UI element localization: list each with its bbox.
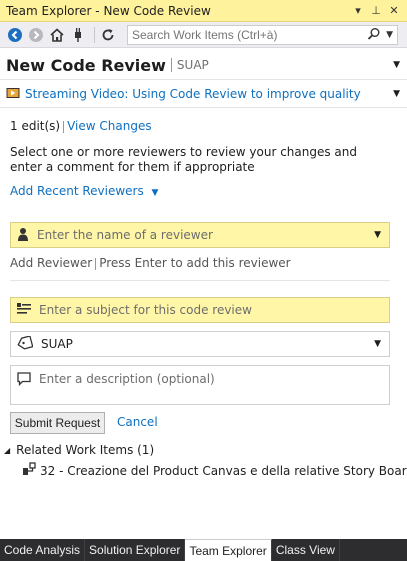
window-menu-icon[interactable]: ▾ — [351, 4, 365, 17]
add-recent-reviewers-link[interactable]: Add Recent Reviewers ▼ — [10, 184, 158, 198]
view-changes-link[interactable]: View Changes — [67, 119, 152, 133]
instructions-text: Select one or more reviewers to review y… — [10, 145, 357, 174]
comment-icon — [17, 372, 31, 389]
project-label: SUAP — [176, 58, 209, 72]
tab-code-analysis[interactable]: Code Analysis — [0, 539, 86, 561]
chevron-down-icon: ▼ — [151, 188, 159, 198]
header-dropdown-icon[interactable]: ▼ — [393, 60, 400, 70]
toolbar-separator — [94, 26, 95, 43]
tag-icon — [17, 334, 34, 353]
page-header: New Code Review SUAP ▼ — [6, 53, 400, 77]
divider — [10, 280, 390, 281]
subject-field[interactable]: Enter a subject for this code review — [10, 297, 390, 323]
project-field[interactable]: SUAP ▼ — [10, 331, 390, 357]
header-separator — [170, 58, 172, 72]
search-box[interactable]: ▼ — [127, 25, 398, 45]
close-icon[interactable]: ✕ — [387, 4, 401, 17]
collapse-triangle-icon[interactable]: ◢ — [4, 446, 10, 455]
home-icon[interactable] — [48, 26, 66, 44]
video-link[interactable]: Streaming Video: Using Code Review to im… — [25, 87, 361, 101]
connect-icon[interactable] — [69, 26, 87, 44]
tab-solution-explorer[interactable]: Solution Explorer — [85, 539, 186, 561]
divider — [0, 79, 407, 80]
reviewer-field[interactable]: Enter the name of a reviewer ▼ — [10, 222, 390, 248]
search-input[interactable] — [132, 28, 367, 42]
video-link-row[interactable]: Streaming Video: Using Code Review to im… — [6, 84, 400, 104]
tab-team-explorer[interactable]: Team Explorer — [185, 539, 272, 561]
project-dropdown-icon[interactable]: ▼ — [374, 339, 381, 349]
back-icon[interactable] — [6, 26, 24, 44]
person-icon — [17, 227, 29, 244]
edits-row: 1 edit(s) View Changes — [10, 119, 152, 133]
refresh-icon[interactable] — [99, 26, 117, 44]
cancel-link[interactable]: Cancel — [117, 415, 158, 429]
search-icon[interactable] — [366, 27, 382, 44]
window-title: Team Explorer - New Code Review — [6, 3, 211, 18]
description-input[interactable]: Enter a description (optional) — [39, 372, 215, 386]
add-recent-reviewers-label: Add Recent Reviewers — [10, 184, 144, 198]
video-dropdown-icon[interactable]: ▼ — [393, 89, 400, 99]
tool-window-tabs: Code Analysis Solution Explorer Team Exp… — [0, 539, 407, 561]
work-item-icon — [22, 462, 36, 479]
add-reviewer-row: Add Reviewer Press Enter to add this revi… — [10, 256, 291, 270]
forward-icon[interactable] — [27, 26, 45, 44]
reviewer-dropdown-icon[interactable]: ▼ — [374, 230, 381, 240]
description-field[interactable]: Enter a description (optional) — [10, 365, 390, 405]
related-work-items-title: Related Work Items (1) — [16, 443, 155, 457]
pin-icon[interactable]: ⊥ — [369, 4, 383, 17]
related-work-items-header[interactable]: ◢ Related Work Items (1) — [4, 443, 154, 457]
divider — [0, 107, 407, 108]
subject-input[interactable]: Enter a subject for this code review — [39, 303, 252, 317]
subject-icon — [17, 302, 31, 318]
page-title: New Code Review — [6, 55, 166, 75]
submit-request-button[interactable]: Submit Request — [10, 412, 105, 434]
project-value: SUAP — [41, 337, 73, 351]
list-item[interactable]: 32 - Creazione del Product Canvas e dell… — [22, 462, 407, 479]
window-titlebar: Team Explorer - New Code Review ▾ ⊥ ✕ — [0, 0, 407, 22]
work-item-label[interactable]: 32 - Creazione del Product Canvas e dell… — [40, 464, 407, 478]
add-reviewer-hint: Press Enter to add this reviewer — [99, 256, 291, 270]
toolbar: ▼ — [0, 22, 407, 48]
edits-separator — [63, 120, 65, 133]
search-dropdown-icon[interactable]: ▼ — [382, 30, 397, 40]
video-icon — [6, 87, 20, 102]
add-reviewer-separator — [95, 257, 97, 270]
edit-count: 1 edit(s) — [10, 119, 61, 133]
tab-class-view[interactable]: Class View — [272, 539, 340, 561]
add-reviewer-link[interactable]: Add Reviewer — [10, 256, 92, 270]
reviewer-input[interactable]: Enter the name of a reviewer — [37, 228, 213, 242]
